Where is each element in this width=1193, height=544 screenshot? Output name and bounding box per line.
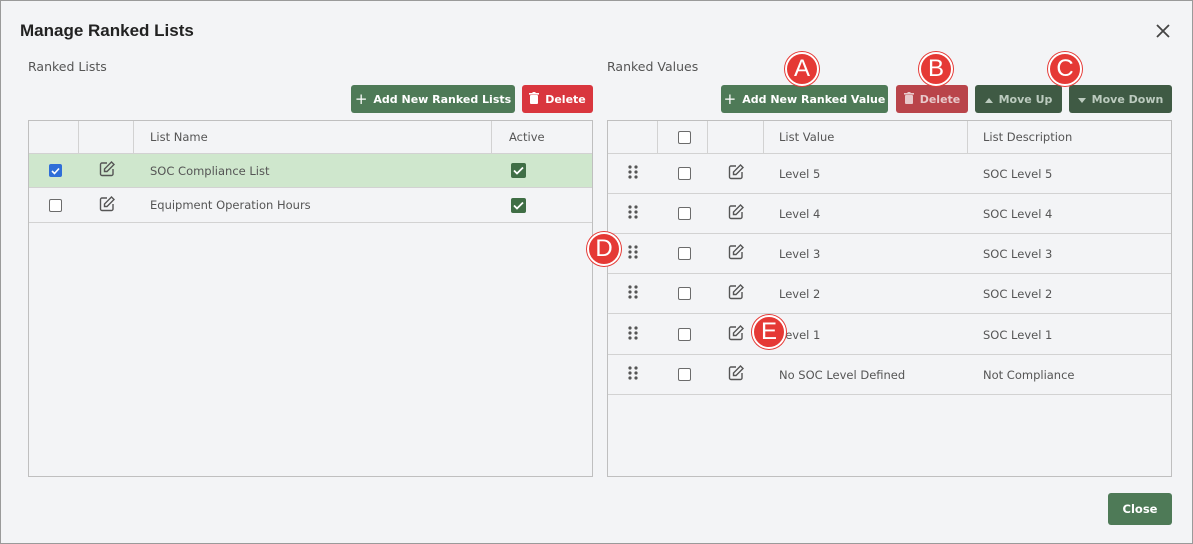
- column-header-list-value: List Value: [779, 130, 835, 144]
- delete-label: Delete: [919, 92, 961, 106]
- row-checkbox[interactable]: [678, 247, 691, 260]
- table-header-row: List Name Active: [29, 121, 592, 154]
- edit-icon[interactable]: [98, 160, 116, 181]
- row-checkbox[interactable]: [678, 328, 691, 341]
- marker-d: D: [587, 232, 621, 266]
- edit-icon[interactable]: [727, 364, 745, 385]
- drag-handle-icon[interactable]: [628, 165, 638, 182]
- plus-icon: +: [354, 89, 368, 108]
- list-description: SOC Level 3: [983, 246, 1053, 261]
- table-row[interactable]: Level 3 SOC Level 3: [608, 234, 1171, 274]
- edit-icon[interactable]: [727, 163, 745, 184]
- edit-icon[interactable]: [727, 203, 745, 224]
- move-up-button[interactable]: Move Up: [975, 85, 1062, 113]
- close-icon[interactable]: [1154, 22, 1172, 40]
- edit-icon[interactable]: [727, 283, 745, 304]
- row-checkbox[interactable]: [678, 207, 691, 220]
- delete-ranked-list-button[interactable]: Delete: [522, 85, 593, 113]
- dialog-title: Manage Ranked Lists: [20, 21, 194, 40]
- drag-handle-icon[interactable]: [628, 205, 638, 222]
- ranked-values-label: Ranked Values: [607, 59, 699, 74]
- list-value: Level 2: [779, 286, 821, 301]
- list-value: Level 4: [779, 206, 821, 221]
- list-description: SOC Level 5: [983, 166, 1053, 181]
- marker-c: C: [1048, 52, 1082, 86]
- select-all-checkbox[interactable]: [678, 130, 691, 144]
- column-header-list-description: List Description: [983, 130, 1073, 144]
- list-value: Level 5: [779, 166, 821, 181]
- delete-label: Delete: [545, 92, 586, 106]
- marker-e: E: [752, 315, 786, 349]
- edit-icon[interactable]: [727, 243, 745, 264]
- move-down-label: Move Down: [1091, 92, 1164, 106]
- table-row[interactable]: SOC Compliance List: [29, 154, 592, 188]
- marker-a: A: [785, 52, 819, 86]
- row-checkbox[interactable]: [678, 368, 691, 381]
- table-row[interactable]: Level 4 SOC Level 4: [608, 194, 1171, 234]
- column-header-active: Active: [509, 130, 545, 144]
- delete-ranked-value-button[interactable]: Delete: [896, 85, 968, 113]
- caret-down-icon: [1077, 93, 1086, 106]
- edit-icon[interactable]: [98, 195, 116, 216]
- close-button[interactable]: Close: [1108, 493, 1172, 525]
- move-down-button[interactable]: Move Down: [1069, 85, 1172, 113]
- add-new-ranked-value-button[interactable]: + Add New Ranked Value: [721, 85, 888, 113]
- row-checkbox[interactable]: [678, 167, 691, 180]
- active-check-icon: [511, 197, 526, 213]
- drag-handle-icon[interactable]: [628, 245, 638, 262]
- list-description: SOC Level 4: [983, 206, 1053, 221]
- row-checkbox[interactable]: [49, 198, 62, 212]
- add-new-ranked-value-label: Add New Ranked Value: [742, 92, 886, 106]
- drag-handle-icon[interactable]: [628, 326, 638, 343]
- table-header-row: List Value List Description: [608, 121, 1171, 154]
- list-value: Level 3: [779, 246, 821, 261]
- table-row[interactable]: Level 1 SOC Level 1: [608, 315, 1171, 355]
- marker-b: B: [919, 52, 953, 86]
- table-row[interactable]: Level 5 SOC Level 5: [608, 154, 1171, 194]
- drag-handle-icon[interactable]: [628, 366, 638, 383]
- edit-icon[interactable]: [727, 324, 745, 345]
- drag-handle-icon[interactable]: [628, 285, 638, 302]
- list-value: No SOC Level Defined: [779, 367, 906, 382]
- trash-icon: [903, 91, 914, 107]
- caret-up-icon: [984, 93, 993, 106]
- add-new-ranked-lists-label: Add New Ranked Lists: [373, 92, 512, 106]
- list-name: SOC Compliance List: [150, 163, 270, 178]
- list-description: SOC Level 1: [983, 327, 1053, 342]
- move-up-label: Move Up: [998, 92, 1053, 106]
- plus-icon: +: [723, 89, 737, 108]
- ranked-lists-label: Ranked Lists: [28, 59, 107, 74]
- row-checkbox[interactable]: [49, 164, 62, 177]
- table-row[interactable]: Equipment Operation Hours: [29, 188, 592, 223]
- active-check-icon: [511, 163, 526, 178]
- table-row[interactable]: No SOC Level Defined Not Compliance: [608, 355, 1171, 395]
- column-header-list-name: List Name: [150, 130, 208, 144]
- ranked-values-table: List Value List Description Level 5 SOC L…: [607, 120, 1172, 477]
- manage-ranked-lists-dialog: Manage Ranked Lists Ranked Lists + Add N…: [0, 0, 1193, 544]
- list-description: SOC Level 2: [983, 286, 1053, 301]
- list-name: Equipment Operation Hours: [150, 198, 311, 212]
- table-row[interactable]: Level 2 SOC Level 2: [608, 274, 1171, 314]
- row-checkbox[interactable]: [678, 287, 691, 300]
- add-new-ranked-lists-button[interactable]: + Add New Ranked Lists: [351, 85, 515, 113]
- ranked-lists-table: List Name Active SOC Compliance List Equ…: [28, 120, 593, 477]
- trash-icon: [529, 91, 540, 107]
- list-description: Not Compliance: [983, 367, 1075, 382]
